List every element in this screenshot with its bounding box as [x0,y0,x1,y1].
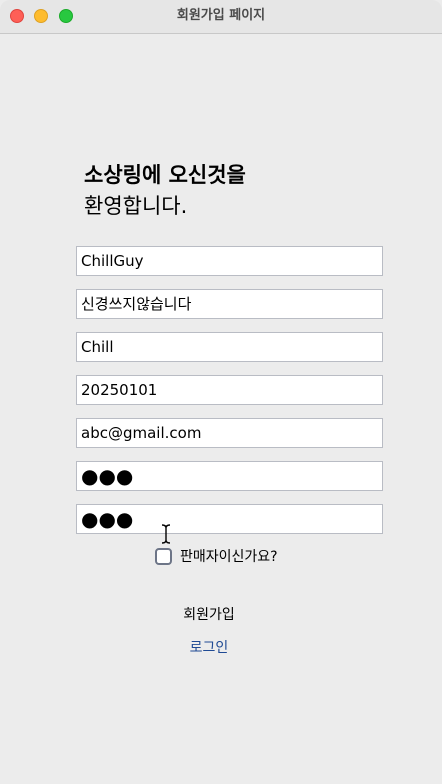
birthdate-field[interactable]: 20250101 [76,375,383,405]
password-confirm-field[interactable]: ●●● [76,504,383,534]
welcome-line-1: 소상링에 오신것을 [84,163,246,187]
signup-button[interactable]: 회원가입 [0,604,418,624]
welcome-heading: 소상링에 오신것을 환영합니다. [84,160,246,222]
login-link[interactable]: 로그인 [0,637,418,657]
window-title: 회원가입 페이지 [176,8,266,23]
text-cursor-icon [161,524,171,544]
name-field[interactable]: 신경쓰지않습니다 [76,289,383,319]
nickname-field[interactable]: Chill [76,332,383,362]
seller-checkbox-label[interactable]: 판매자이신가요? [180,547,278,568]
id-field[interactable]: ChillGuy [76,246,383,276]
welcome-line-2: 환영합니다. [84,194,188,218]
seller-checkbox[interactable] [155,548,172,565]
email-field[interactable]: abc@gmail.com [76,418,383,448]
signup-window: 회원가입 페이지 소상링에 오신것을 환영합니다. ChillGuy 신경쓰지않… [0,0,442,784]
title-bar[interactable]: 회원가입 페이지 [0,0,442,34]
password-field[interactable]: ●●● [76,461,383,491]
